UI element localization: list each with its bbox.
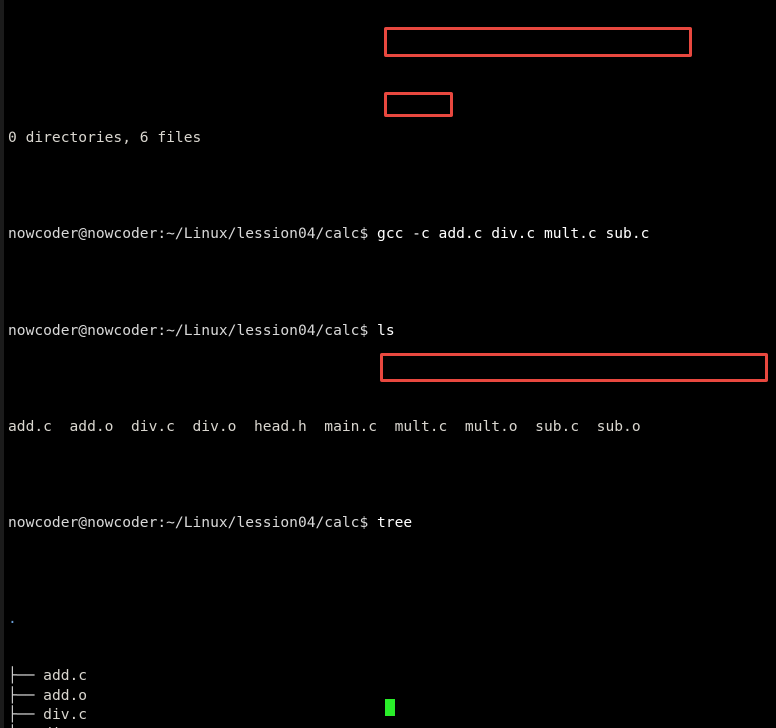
terminal-window[interactable]: 0 directories, 6 files nowcoder@nowcoder…	[0, 0, 776, 728]
command-tree: tree	[377, 513, 413, 531]
command-text-gcc	[368, 225, 377, 242]
tree-branch-icon: ├──	[8, 667, 44, 685]
tree-summary-line: 0 directories, 6 files	[8, 129, 202, 147]
shell-prompt: nowcoder@nowcoder:~/Linux/lession04/calc…	[8, 321, 369, 339]
command-line-tree-1: nowcoder@nowcoder:~/Linux/lession04/calc…	[8, 513, 776, 532]
tree-entry-label: add.c	[43, 667, 88, 685]
ls-output-1: add.c add.o div.c div.o head.h main.c mu…	[8, 417, 641, 435]
shell-prompt: nowcoder@nowcoder:~/Linux/lession04/calc…	[8, 225, 369, 243]
command-gcc: gcc -c add.c div.c mult.c sub.c	[377, 225, 650, 243]
ar-command-box	[380, 353, 768, 382]
tree-entry-label: div.c	[43, 705, 88, 723]
terminal-top-edge	[0, 0, 776, 6]
gcc-command-box	[384, 27, 692, 57]
command-line-ls-1: nowcoder@nowcoder:~/Linux/lession04/calc…	[8, 321, 776, 340]
tree-branch-icon: ├──	[8, 705, 44, 723]
tree-listing-1: ├── add.c├── add.o├── div.c├── div.o├── …	[8, 666, 776, 728]
tree-branch-icon: ├──	[8, 686, 44, 704]
terminal-left-edge	[0, 0, 4, 728]
command-line-gcc: nowcoder@nowcoder:~/Linux/lession04/calc…	[8, 224, 776, 243]
tree-command-box	[384, 92, 453, 117]
shell-prompt: nowcoder@nowcoder:~/Linux/lession04/calc…	[8, 513, 369, 531]
tree-entry: ├── div.o	[8, 724, 776, 728]
tree-entry: ├── add.c	[8, 666, 776, 685]
tree-entry-label: add.o	[43, 686, 88, 704]
command-ls: ls	[377, 321, 395, 339]
tree-root-1: .	[8, 609, 17, 627]
text-cursor	[385, 699, 395, 716]
